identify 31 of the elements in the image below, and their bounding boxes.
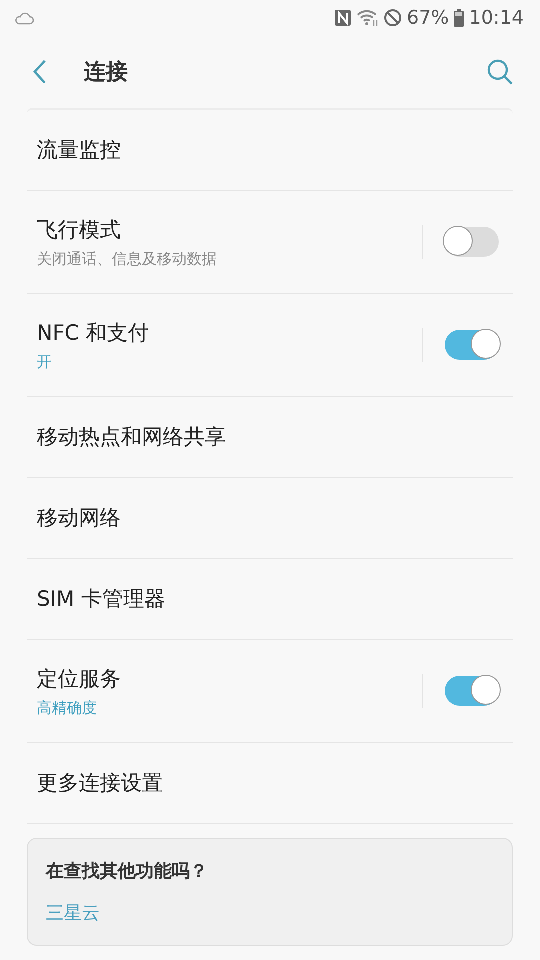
setting-summary: 关闭通话、信息及移动数据 [37,250,218,268]
setting-label: 流量监控 [37,137,122,164]
settings-item[interactable]: NFC 和支付 开 [27,294,513,397]
setting-label: 更多连接设置 [37,770,164,797]
battery-icon [454,9,464,27]
nfc-icon [334,9,352,27]
clock: 10:14 [469,7,524,29]
toggle-switch[interactable] [445,676,499,706]
settings-item[interactable]: SIM 卡管理器 [27,559,513,640]
cloud-icon [14,11,34,25]
setting-label: 移动网络 [37,505,122,532]
do-not-disturb-icon [384,9,402,27]
wifi-icon [357,9,379,27]
settings-item[interactable]: 定位服务 高精确度 [27,640,513,743]
settings-item[interactable]: 飞行模式 关闭通话、信息及移动数据 [27,191,513,294]
setting-label: SIM 卡管理器 [37,586,166,613]
setting-summary: 开 [37,352,53,372]
battery-percent: 67% [407,7,450,29]
settings-item[interactable]: 移动网络 [27,478,513,559]
card-title: 在查找其他功能吗？ [46,860,209,883]
setting-label: 飞行模式 [37,216,122,244]
settings-item[interactable]: 流量监控 [27,110,513,191]
setting-label: 定位服务 [37,666,122,692]
settings-item[interactable]: 移动热点和网络共享 [27,397,513,478]
setting-summary: 高精确度 [37,698,98,718]
toggle-switch[interactable] [445,227,499,257]
settings-item[interactable]: 更多连接设置 [27,743,513,824]
setting-label: NFC 和支付 [37,320,150,346]
toggle-switch[interactable] [445,330,499,360]
setting-label: 移动热点和网络共享 [37,424,227,451]
page-title: 连接 [84,59,129,87]
